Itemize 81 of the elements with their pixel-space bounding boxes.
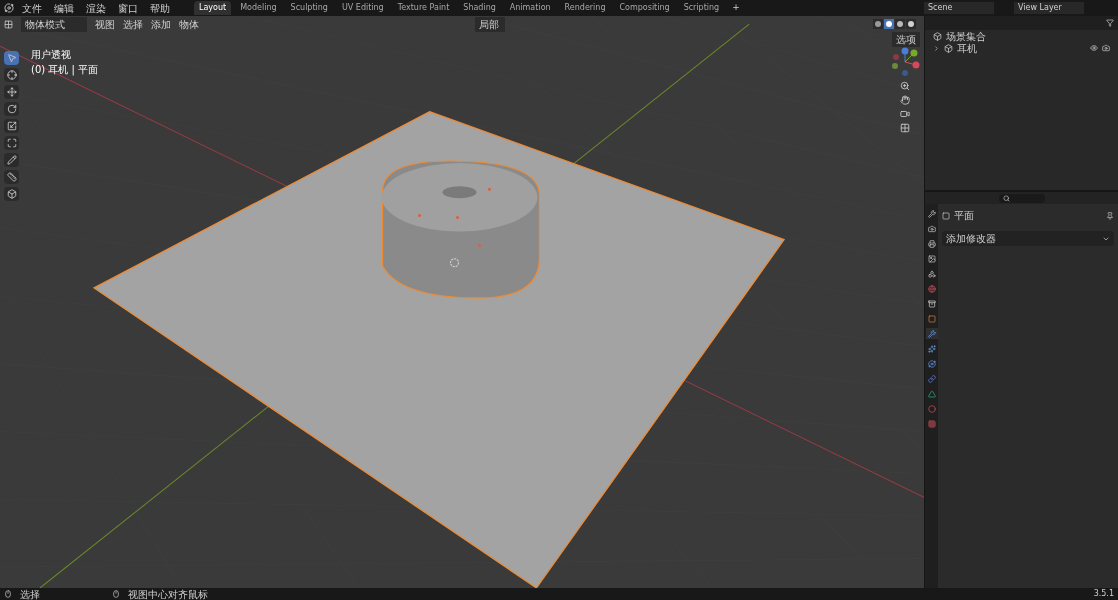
workspace-tab[interactable]: Rendering: [559, 1, 611, 15]
object-info: (0) 耳机 | 平面: [31, 63, 99, 77]
tool-button[interactable]: [4, 51, 19, 65]
tool-button[interactable]: [4, 170, 19, 184]
menu-item[interactable]: 文件: [18, 0, 46, 16]
editor-type-icon[interactable]: [4, 19, 13, 29]
mouse-icon: [4, 590, 12, 598]
scene-field[interactable]: Scene: [924, 2, 994, 14]
tool-button[interactable]: [4, 119, 19, 133]
properties-tab[interactable]: [925, 388, 938, 399]
view-name: 用户透视: [31, 48, 72, 62]
rotate-icon: [6, 104, 17, 114]
properties-tab[interactable]: [925, 238, 938, 249]
properties-tab[interactable]: [925, 358, 938, 369]
viewport-menu-item[interactable]: 视图: [95, 16, 115, 32]
view-layer-field[interactable]: View Layer: [1014, 2, 1084, 14]
properties-tab[interactable]: [925, 298, 938, 309]
eye-icon[interactable]: [1090, 44, 1098, 52]
properties-tab[interactable]: [925, 223, 938, 234]
properties-tab[interactable]: [925, 328, 938, 339]
tool-button[interactable]: [4, 153, 19, 167]
pin-icon[interactable]: [1106, 211, 1114, 220]
tool-button[interactable]: [4, 136, 19, 150]
pencil-icon: [6, 155, 17, 165]
viewport-menu-item[interactable]: 选择: [123, 16, 143, 32]
menu-item[interactable]: 窗口: [114, 0, 142, 16]
search-icon: [1002, 194, 1010, 202]
select-icon: [6, 53, 17, 63]
tool-button[interactable]: [4, 187, 19, 201]
move-icon: [6, 87, 17, 97]
transform-icon: [6, 138, 17, 148]
workspace-tab[interactable]: Compositing: [614, 1, 675, 15]
menu-item[interactable]: 帮助: [146, 0, 174, 16]
menu-item[interactable]: 编辑: [50, 0, 78, 16]
mouse-icon: [112, 590, 120, 598]
tool-button[interactable]: [4, 85, 19, 99]
object-icon: [942, 211, 950, 220]
properties-tab[interactable]: [925, 268, 938, 279]
status-hint: 视图中心对齐鼠标: [128, 587, 208, 600]
filter-icon[interactable]: [1106, 19, 1114, 27]
camera-icon[interactable]: [1102, 44, 1110, 52]
zoom-icon[interactable]: [900, 81, 910, 91]
shading-mode-button[interactable]: [873, 19, 883, 29]
menu-item[interactable]: 渲染: [82, 0, 110, 16]
add-workspace-button[interactable]: +: [728, 1, 744, 15]
shading-mode-button[interactable]: [895, 19, 905, 29]
workspace-tab[interactable]: Modeling: [235, 1, 282, 15]
properties-tab[interactable]: [925, 343, 938, 354]
status-hint: 选择: [20, 587, 40, 600]
shading-mode-button[interactable]: [906, 19, 916, 29]
crosshair-icon: [6, 70, 17, 80]
cube-icon: [6, 189, 17, 199]
camera-icon[interactable]: [900, 109, 910, 119]
object-name: 平面: [954, 209, 974, 223]
add-modifier-dropdown[interactable]: 添加修改器: [942, 231, 1114, 246]
search-field[interactable]: [998, 193, 1045, 203]
tool-button[interactable]: [4, 102, 19, 116]
options-dropdown[interactable]: 选项: [892, 32, 920, 47]
properties-tab[interactable]: [925, 253, 938, 264]
version-label: 3.5.1: [1093, 588, 1114, 600]
workspace-tab[interactable]: Layout: [194, 1, 232, 15]
workspace-tab[interactable]: Shading: [458, 1, 501, 15]
workspace-tab[interactable]: Sculpting: [285, 1, 333, 15]
collection-icon: [933, 31, 942, 41]
workspace-tab[interactable]: Animation: [504, 1, 556, 15]
properties-tab[interactable]: [925, 208, 938, 219]
tool-button[interactable]: [4, 68, 19, 82]
shading-mode-button[interactable]: [884, 19, 894, 29]
scale-icon: [6, 121, 17, 131]
properties-tab[interactable]: [925, 283, 938, 294]
viewport-menu-item[interactable]: 添加: [151, 16, 171, 32]
axis-gizmo[interactable]: [890, 47, 920, 77]
hand-icon[interactable]: [900, 95, 910, 105]
workspace-tab[interactable]: Texture Paint: [392, 1, 455, 15]
app-logo-icon[interactable]: [4, 3, 14, 13]
viewport-menu-item[interactable]: 物体: [179, 16, 199, 32]
ruler-icon: [6, 172, 17, 182]
grid-icon[interactable]: [900, 123, 910, 133]
workspace-tab[interactable]: UV Editing: [336, 1, 389, 15]
workspace-tab[interactable]: Scripting: [678, 1, 725, 15]
collection-icon: [944, 43, 953, 53]
